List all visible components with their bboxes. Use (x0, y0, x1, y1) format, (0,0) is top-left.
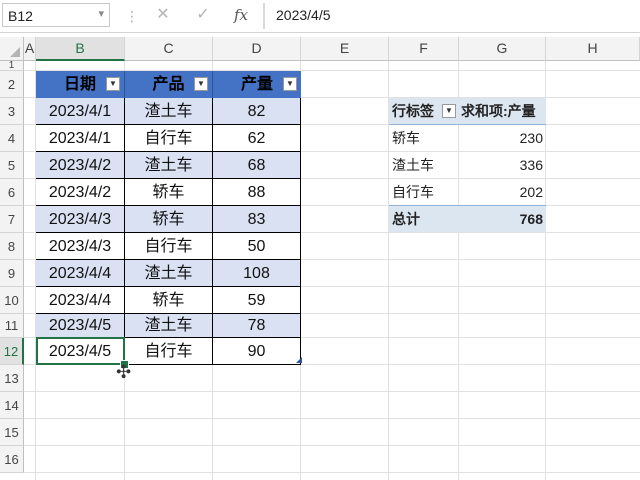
cross-cursor-icon: ✣ (116, 362, 132, 382)
table-cell[interactable]: 渣土车 (125, 152, 213, 179)
table-cell[interactable]: 轿车 (125, 179, 213, 206)
pivot-total-label[interactable]: 总计 (389, 205, 459, 232)
formula-input[interactable]: 2023/4/5 (268, 3, 640, 27)
row-header-15[interactable]: 15 (0, 419, 24, 446)
column-header-g[interactable]: G (459, 37, 546, 61)
row-header-11[interactable]: 11 (0, 314, 24, 338)
row-header-10[interactable]: 10 (0, 287, 24, 314)
table-cell[interactable]: 82 (213, 98, 301, 125)
formula-bar: B12 ▾ ⋮ ✕ ✓ fx 2023/4/5 (0, 0, 640, 33)
pivot-row-label[interactable]: 渣土车 (389, 152, 459, 179)
pivot-row-label[interactable]: 自行车 (389, 179, 459, 206)
formula-content: 2023/4/5 (276, 7, 331, 23)
header-label: 日期 (63, 76, 96, 93)
table-cell[interactable]: 50 (213, 233, 301, 260)
column-header-e[interactable]: E (301, 37, 389, 61)
table-cell[interactable]: 2023/4/4 (36, 287, 125, 314)
gridline (24, 472, 640, 473)
table-cell[interactable]: 自行车 (125, 338, 213, 365)
pivot-header-label: 行标签 (392, 103, 434, 119)
gridline (24, 418, 640, 419)
header-label: 产品 (152, 76, 185, 93)
row-header-12[interactable]: 12 (0, 338, 24, 365)
column-header-a[interactable]: A (24, 37, 36, 61)
column-header-f[interactable]: F (389, 37, 459, 61)
row-header-2[interactable]: 2 (0, 71, 24, 98)
table-cell[interactable]: 62 (213, 125, 301, 152)
table-cell[interactable]: 2023/4/4 (36, 260, 125, 287)
row-header-9[interactable]: 9 (0, 260, 24, 287)
row-header-3[interactable]: 3 (0, 98, 24, 125)
table-cell[interactable]: 轿车 (125, 206, 213, 233)
filter-dropdown-icon[interactable]: ▼ (283, 77, 297, 91)
row-header-7[interactable]: 7 (0, 206, 24, 233)
row-header-6[interactable]: 6 (0, 179, 24, 206)
header-label: 产量 (240, 76, 273, 93)
column-header-d[interactable]: D (213, 37, 301, 61)
pivot-value-header[interactable]: 求和项:产量 (459, 98, 546, 125)
table-cell[interactable]: 78 (213, 314, 301, 338)
row-header-13[interactable]: 13 (0, 365, 24, 392)
gridline (24, 445, 640, 446)
table-cell[interactable]: 2023/4/5 (36, 314, 125, 338)
table-cell[interactable]: 渣土车 (125, 260, 213, 287)
drag-handle-icon[interactable]: ⋮ (125, 8, 139, 24)
row-header-4[interactable]: 4 (0, 125, 24, 152)
cancel-icon[interactable]: ✕ (148, 4, 178, 26)
table-cell[interactable]: 2023/4/3 (36, 206, 125, 233)
gridline (24, 391, 640, 392)
table-cell[interactable]: 自行车 (125, 233, 213, 260)
chevron-down-icon[interactable]: ▾ (98, 7, 104, 20)
filter-dropdown-icon[interactable]: ▼ (194, 77, 208, 91)
table-cell[interactable]: 轿车 (125, 287, 213, 314)
row-header-16[interactable]: 16 (0, 446, 24, 473)
select-all-corner[interactable] (0, 37, 24, 61)
row-header-5[interactable]: 5 (0, 152, 24, 179)
table-cell[interactable]: 渣土车 (125, 98, 213, 125)
table-cell[interactable]: 83 (213, 206, 301, 233)
table-cell[interactable]: 2023/4/2 (36, 179, 125, 206)
table-cell[interactable]: 2023/4/1 (36, 125, 125, 152)
pivot-row-value[interactable]: 336 (459, 152, 546, 179)
pivot-row-label-header[interactable]: 行标签 ▼ (389, 98, 459, 125)
table-cell[interactable]: 108 (213, 260, 301, 287)
row-header-14[interactable]: 14 (0, 392, 24, 419)
pivot-row-value[interactable]: 202 (459, 179, 546, 206)
table-header-cell[interactable]: 产品 ▼ (125, 71, 213, 98)
table-header-cell[interactable]: 产量 ▼ (213, 71, 301, 98)
row-header-8[interactable]: 8 (0, 233, 24, 260)
name-box-value: B12 (8, 8, 33, 24)
table-cell[interactable]: 68 (213, 152, 301, 179)
pivot-row-value[interactable]: 230 (459, 125, 546, 152)
active-cell-selection (36, 337, 125, 365)
table-cell[interactable]: 90 (213, 338, 301, 365)
column-header-c[interactable]: C (125, 37, 213, 61)
column-header-b[interactable]: B (36, 37, 125, 61)
formula-divider (263, 3, 265, 29)
name-box[interactable]: B12 ▾ (2, 3, 110, 27)
table-cell[interactable]: 渣土车 (125, 314, 213, 338)
enter-icon[interactable]: ✓ (188, 4, 218, 26)
row-header-1[interactable]: 1 (0, 61, 24, 71)
table-cell[interactable]: 59 (213, 287, 301, 314)
filter-dropdown-icon[interactable]: ▼ (106, 77, 120, 91)
table-header-cell[interactable]: 日期 ▼ (36, 71, 125, 98)
pivot-row-label[interactable]: 轿车 (389, 125, 459, 152)
table-cell[interactable]: 2023/4/3 (36, 233, 125, 260)
pivot-total-value[interactable]: 768 (459, 205, 546, 232)
table-cell[interactable]: 88 (213, 179, 301, 206)
table-resize-handle-icon[interactable] (296, 357, 302, 363)
column-header-h[interactable]: H (546, 37, 640, 61)
filter-dropdown-icon[interactable]: ▼ (442, 104, 456, 118)
table-cell[interactable]: 自行车 (125, 125, 213, 152)
table-cell[interactable]: 2023/4/1 (36, 98, 125, 125)
table-cell[interactable]: 2023/4/2 (36, 152, 125, 179)
insert-function-icon[interactable]: fx (226, 4, 256, 26)
